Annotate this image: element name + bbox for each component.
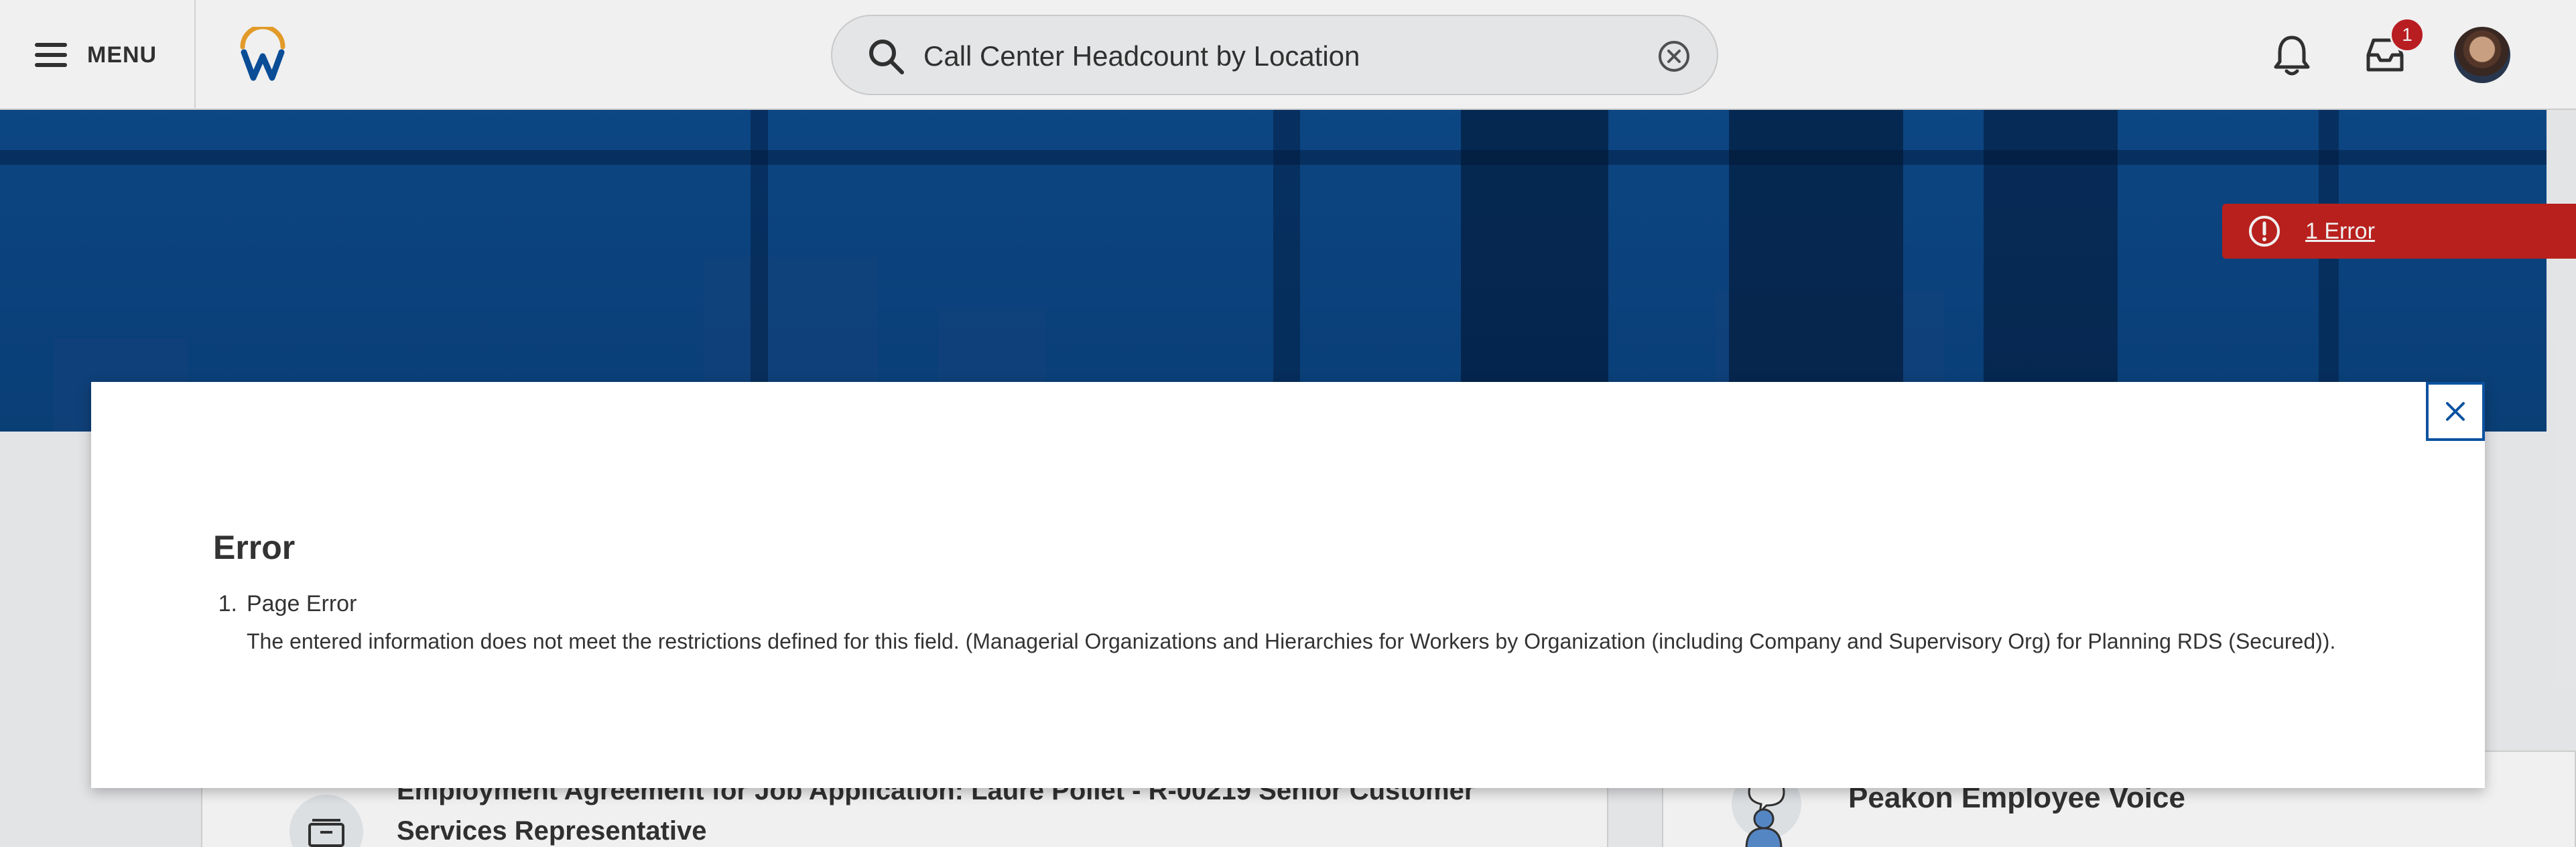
error-list: 1. Page Error The entered information do…	[213, 591, 2451, 654]
close-icon	[2446, 402, 2465, 421]
error-dialog: Error 1. Page Error The entered informat…	[91, 382, 2485, 788]
error-message: The entered information does not meet th…	[247, 629, 2336, 653]
dialog-title: Error	[213, 529, 296, 566]
error-number: 1.	[218, 591, 237, 616]
close-dialog-button[interactable]	[2426, 382, 2485, 441]
error-heading: Page Error	[247, 591, 357, 616]
list-item: 1. Page Error	[213, 591, 2451, 617]
